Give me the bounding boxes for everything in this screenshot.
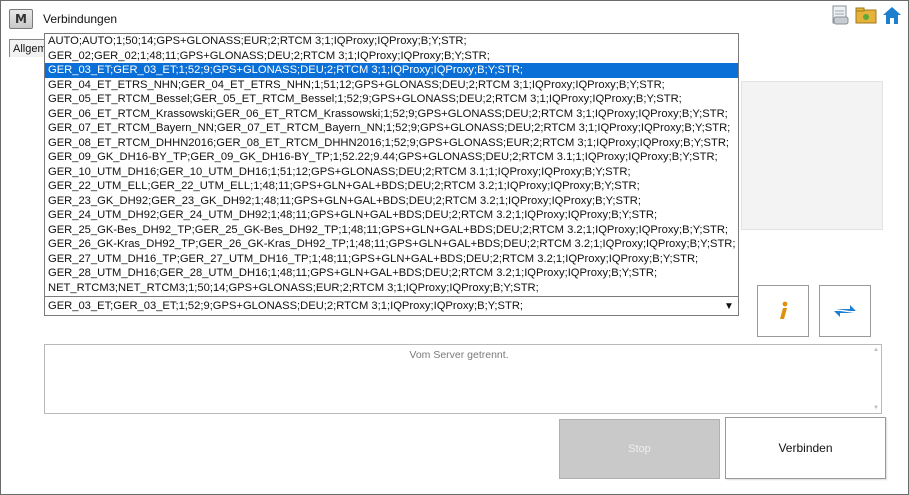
connection-select[interactable]: GER_03_ET;GER_03_ET;1;52;9;GPS+GLONASS;D… xyxy=(44,296,739,316)
status-message: Vom Server getrennt. xyxy=(409,349,509,361)
document-icon[interactable] xyxy=(828,3,852,27)
home-icon[interactable] xyxy=(880,3,904,27)
connect-button[interactable]: Verbinden xyxy=(725,417,886,479)
info-icon xyxy=(780,301,788,319)
titlebar-icons xyxy=(828,3,904,27)
dropdown-option[interactable]: NET_RTCM3;NET_RTCM3;1;50;14;GPS+GLONASS;… xyxy=(45,281,738,296)
dropdown-option[interactable]: GER_08_ET_RTCM_DHHN2016;GER_08_ET_RTCM_D… xyxy=(45,136,738,151)
refresh-button[interactable] xyxy=(819,285,871,337)
dropdown-option[interactable]: GER_07_ET_RTCM_Bayern_NN;GER_07_ET_RTCM_… xyxy=(45,121,738,136)
app-menu-icon[interactable]: M xyxy=(9,9,33,29)
side-panel xyxy=(741,81,883,230)
dropdown-option[interactable]: GER_04_ET_ETRS_NHN;GER_04_ET_ETRS_NHN;1;… xyxy=(45,78,738,93)
connection-dropdown-list[interactable]: AUTO;AUTO;1;50;14;GPS+GLONASS;EUR;2;RTCM… xyxy=(44,33,739,297)
dropdown-option[interactable]: AUTO;AUTO;1;50;14;GPS+GLONASS;EUR;2;RTCM… xyxy=(45,34,738,49)
info-button[interactable] xyxy=(757,285,809,337)
dropdown-option[interactable]: GER_06_ET_RTCM_Krassowski;GER_06_ET_RTCM… xyxy=(45,107,738,122)
folder-icon[interactable] xyxy=(854,3,878,27)
status-log: Vom Server getrennt. ▲ ▼ xyxy=(44,344,882,414)
chevron-down-icon[interactable]: ▼ xyxy=(720,297,738,315)
dropdown-option[interactable]: GER_03_ET;GER_03_ET;1;52;9;GPS+GLONASS;D… xyxy=(45,63,738,78)
dropdown-option[interactable]: GER_05_ET_RTCM_Bessel;GER_05_ET_RTCM_Bes… xyxy=(45,92,738,107)
connections-window: M Verbindungen Allgem AUTO;AUTO;1;50;14;… xyxy=(0,0,909,495)
dropdown-option[interactable]: GER_27_UTM_DH16_TP;GER_27_UTM_DH16_TP;1;… xyxy=(45,252,738,267)
stop-button[interactable]: Stop xyxy=(559,419,720,479)
dropdown-option[interactable]: RTK_RTCM3;RTK_RTCM3;0;50;14;GPS+GLONASS;… xyxy=(45,295,738,296)
dropdown-option[interactable]: GER_26_GK-Kras_DH92_TP;GER_26_GK-Kras_DH… xyxy=(45,237,738,252)
dropdown-option[interactable]: GER_24_UTM_DH92;GER_24_UTM_DH92;1;48;11;… xyxy=(45,208,738,223)
dropdown-option[interactable]: GER_22_UTM_ELL;GER_22_UTM_ELL;1;48;11;GP… xyxy=(45,179,738,194)
scroll-down-icon[interactable]: ▼ xyxy=(873,405,879,411)
dropdown-option[interactable]: GER_23_GK_DH92;GER_23_GK_DH92;1;48;11;GP… xyxy=(45,194,738,209)
dropdown-option[interactable]: GER_09_GK_DH16-BY_TP;GER_09_GK_DH16-BY_T… xyxy=(45,150,738,165)
window-title: Verbindungen xyxy=(43,12,118,26)
refresh-icon xyxy=(834,305,856,317)
dropdown-option[interactable]: GER_25_GK-Bes_DH92_TP;GER_25_GK-Bes_DH92… xyxy=(45,223,738,238)
scroll-up-icon[interactable]: ▲ xyxy=(873,347,879,353)
connection-select-value: GER_03_ET;GER_03_ET;1;52;9;GPS+GLONASS;D… xyxy=(48,300,524,312)
title-bar: M Verbindungen xyxy=(1,1,908,35)
dropdown-option[interactable]: GER_02;GER_02;1;48;11;GPS+GLONASS;DEU;2;… xyxy=(45,49,738,64)
dropdown-option[interactable]: GER_28_UTM_DH16;GER_28_UTM_DH16;1;48;11;… xyxy=(45,266,738,281)
dropdown-option[interactable]: GER_10_UTM_DH16;GER_10_UTM_DH16;1;51;12;… xyxy=(45,165,738,180)
